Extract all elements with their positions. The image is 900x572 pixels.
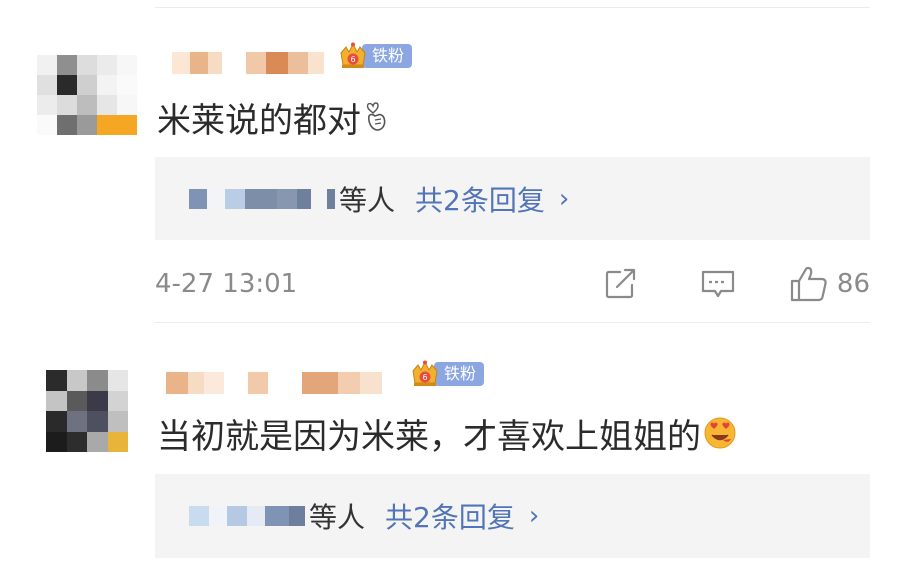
share-button[interactable]	[603, 267, 639, 301]
finger-heart-emoji	[366, 102, 386, 131]
reply-names-redacted[interactable]	[189, 505, 305, 527]
comment-meta: 4-27 13:01 86	[155, 264, 870, 304]
fan-badge-label: 铁粉	[434, 362, 485, 386]
divider	[155, 7, 870, 8]
thumbs-up-icon	[790, 266, 827, 302]
avatar[interactable]	[37, 55, 137, 135]
reply-suffix: 等人	[309, 501, 366, 534]
username-redacted[interactable]	[172, 48, 324, 78]
chevron-right-icon[interactable]: ›	[559, 184, 569, 214]
comment-feed: 6 铁粉 米莱说的都对 等人 共2条回复 › 4-27 13:01 86 6 铁…	[0, 0, 900, 572]
reply-button[interactable]	[699, 267, 737, 301]
badge-level: 6	[350, 55, 355, 64]
share-icon	[605, 268, 636, 299]
comment-actions: 86	[603, 265, 870, 303]
crown-level-icon: 6	[412, 360, 438, 386]
replies-preview[interactable]: 等人 共2条回复 ›	[155, 474, 870, 558]
avatar[interactable]	[46, 370, 128, 452]
fan-badge[interactable]: 6 铁粉	[410, 358, 485, 390]
comment-icon	[701, 270, 735, 298]
reply-names-redacted[interactable]	[189, 188, 335, 210]
chevron-right-icon[interactable]: ›	[529, 501, 539, 531]
username-redacted[interactable]	[166, 368, 382, 398]
comment-text-row: 当初就是因为米莱，才喜欢上姐姐的	[157, 411, 737, 457]
reply-suffix: 等人	[339, 183, 396, 217]
comment-text-row: 米莱说的都对	[157, 95, 391, 141]
fan-badge-label: 铁粉	[362, 44, 413, 68]
fan-badge[interactable]: 6 铁粉	[338, 40, 413, 72]
replies-preview[interactable]: 等人 共2条回复 ›	[155, 157, 870, 240]
badge-level: 6	[422, 373, 427, 382]
divider	[155, 322, 870, 323]
comment-text: 米莱说的都对	[157, 100, 361, 141]
heart-face-emoji	[704, 417, 736, 449]
comment-text: 当初就是因为米莱，才喜欢上姐姐的	[157, 416, 701, 457]
timestamp: 4-27 13:01	[155, 269, 298, 299]
like-button[interactable]: 86	[789, 265, 870, 303]
crown-level-icon: 6	[340, 42, 366, 68]
view-replies-link[interactable]: 共2条回复	[415, 179, 545, 219]
view-replies-link[interactable]: 共2条回复	[385, 496, 515, 536]
like-count: 86	[836, 269, 870, 299]
